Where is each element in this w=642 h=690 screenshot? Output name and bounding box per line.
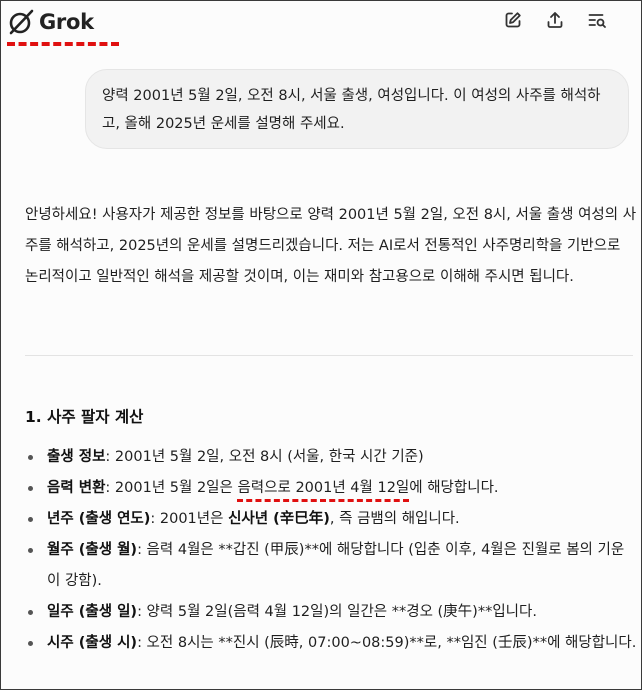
- item-label: 시주 (출생 시): [47, 635, 138, 651]
- top-bar: Grok: [1, 1, 641, 46]
- brand-name: Grok: [39, 10, 94, 34]
- item-label: 음력 변환: [47, 480, 106, 496]
- grok-logo[interactable]: Grok: [7, 7, 94, 37]
- header-actions: [503, 10, 607, 30]
- user-message-text: 양력 2001년 5월 2일, 오전 8시, 서울 출생, 여성입니다. 이 여…: [102, 88, 601, 132]
- list-item: 일주 (출생 일): 양력 5월 2일(음력 4월 12일)의 일간은 **경오…: [25, 597, 637, 628]
- screenshot-frame: Grok 양력 2001년 5월 2일, 오전 8시, 서울 출생, 여성입니다…: [0, 0, 642, 690]
- item-text: : 양력 5월 2일(음력 4월 12일)의 일간은 **경오 (庚午)**입니…: [137, 604, 537, 620]
- history-search-icon[interactable]: [587, 10, 607, 30]
- item-text: 에 해당합니다.: [409, 480, 499, 496]
- item-text: : 2001년 5월 2일은: [105, 480, 238, 496]
- section-heading: 1. 사주 팔자 계산: [25, 408, 144, 426]
- user-message-bubble: 양력 2001년 5월 2일, 오전 8시, 서울 출생, 여성입니다. 이 여…: [85, 69, 629, 149]
- assistant-intro: 안녕하세요! 사용자가 제공한 정보를 바탕으로 양력 2001년 5월 2일,…: [25, 200, 637, 293]
- assistant-intro-text: 안녕하세요! 사용자가 제공한 정보를 바탕으로 양력 2001년 5월 2일,…: [25, 207, 637, 285]
- item-text: , 즉 금뱀의 해입니다.: [329, 511, 460, 527]
- grok-logo-icon: [9, 9, 34, 35]
- item-label: 년주 (출생 연도): [47, 511, 151, 527]
- edit-icon[interactable]: [503, 10, 523, 30]
- list-item: 년주 (출생 연도): 2001년은 신사년 (辛巳年), 즉 금뱀의 해입니다…: [25, 504, 637, 535]
- share-icon[interactable]: [545, 10, 565, 30]
- list-item: 출생 정보: 2001년 5월 2일, 오전 8시 (서울, 한국 시간 기준): [25, 442, 637, 473]
- item-label: 일주 (출생 일): [47, 604, 138, 620]
- list-item: 음력 변환: 2001년 5월 2일은 음력으로 2001년 4월 12일에 해…: [25, 473, 637, 504]
- item-text: : 오전 8시는 **진시 (辰時, 07:00~08:59)**로, **임진…: [137, 635, 637, 651]
- list-item: 월주 (출생 월): 음력 4월은 **갑진 (甲辰)**에 해당합니다 (입춘…: [25, 535, 637, 597]
- item-label: 출생 정보: [47, 449, 106, 465]
- red-dashed-annotation: [7, 42, 119, 46]
- saju-bullet-list: 출생 정보: 2001년 5월 2일, 오전 8시 (서울, 한국 시간 기준)…: [25, 442, 637, 659]
- item-label: 월주 (출생 월): [47, 542, 138, 558]
- highlighted-text: 음력으로 2001년 4월 12일: [237, 480, 410, 502]
- section-divider: [25, 355, 633, 356]
- item-bold-text: 신사년 (辛巳年): [228, 511, 330, 527]
- list-item: 시주 (출생 시): 오전 8시는 **진시 (辰時, 07:00~08:59)…: [25, 628, 637, 659]
- item-text: : 2001년 5월 2일, 오전 8시 (서울, 한국 시간 기준): [105, 449, 424, 465]
- item-text: : 2001년은: [150, 511, 229, 527]
